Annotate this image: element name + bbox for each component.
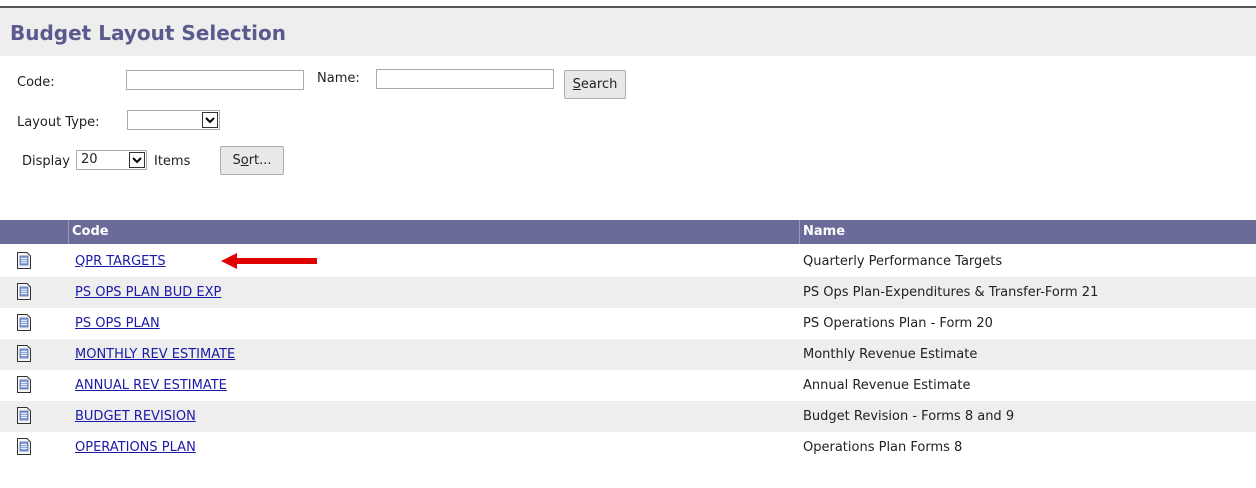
chevron-down-icon[interactable] xyxy=(202,112,218,128)
table-row: QPR TARGETS Quarterly Performance Targets xyxy=(0,246,1256,277)
table-header: Code Name xyxy=(0,220,1256,244)
document-icon[interactable] xyxy=(17,438,31,455)
search-button-label: Search xyxy=(572,77,618,92)
document-icon[interactable] xyxy=(17,345,31,362)
table-row: PS OPS PLAN PS Operations Plan - Form 20 xyxy=(0,308,1256,339)
row-code-link[interactable]: PS OPS PLAN xyxy=(75,316,160,331)
row-name: PS Ops Plan-Expenditures & Transfer-Form… xyxy=(803,285,1099,300)
table-row: OPERATIONS PLAN Operations Plan Forms 8 xyxy=(0,432,1256,463)
chevron-down-icon[interactable] xyxy=(129,152,145,168)
table-row: MONTHLY REV ESTIMATE Monthly Revenue Esti… xyxy=(0,339,1256,370)
items-label: Items xyxy=(154,154,191,169)
table-row: BUDGET REVISION Budget Revision - Forms 8… xyxy=(0,401,1256,432)
row-name: PS Operations Plan - Form 20 xyxy=(803,316,993,331)
row-name: Monthly Revenue Estimate xyxy=(803,347,978,362)
sort-button[interactable]: Sort... xyxy=(220,146,284,175)
row-code-link[interactable]: ANNUAL REV ESTIMATE xyxy=(75,378,227,393)
row-name: Quarterly Performance Targets xyxy=(803,254,1003,269)
row-code-link[interactable]: MONTHLY REV ESTIMATE xyxy=(75,347,235,362)
code-input[interactable] xyxy=(126,70,304,90)
search-button[interactable]: Search xyxy=(564,70,626,99)
header-name[interactable]: Name xyxy=(803,224,845,239)
document-icon[interactable] xyxy=(17,283,31,300)
document-icon[interactable] xyxy=(17,376,31,393)
row-code-link[interactable]: OPERATIONS PLAN xyxy=(75,440,196,455)
document-icon[interactable] xyxy=(17,252,31,269)
row-code-link[interactable]: BUDGET REVISION xyxy=(75,409,196,424)
code-label: Code: xyxy=(17,75,55,90)
display-count-value: 20 xyxy=(81,152,98,167)
header-divider xyxy=(68,220,69,244)
document-icon[interactable] xyxy=(17,407,31,424)
header-divider xyxy=(799,220,800,244)
display-count-select[interactable]: 20 xyxy=(76,150,147,170)
sort-button-label: Sort... xyxy=(232,153,272,168)
name-input[interactable] xyxy=(376,69,554,89)
header-code[interactable]: Code xyxy=(72,224,109,239)
row-name: Annual Revenue Estimate xyxy=(803,378,971,393)
red-arrow-left-icon xyxy=(221,253,317,269)
table-row: ANNUAL REV ESTIMATE Annual Revenue Estima… xyxy=(0,370,1256,401)
layout-type-select[interactable] xyxy=(127,110,220,130)
page-title: Budget Layout Selection xyxy=(10,21,287,45)
table-row: PS OPS PLAN BUD EXP PS Ops Plan-Expenditu… xyxy=(0,277,1256,308)
row-code-link[interactable]: PS OPS PLAN BUD EXP xyxy=(75,285,221,300)
title-bar: Budget Layout Selection xyxy=(0,8,1256,56)
row-code-link[interactable]: QPR TARGETS xyxy=(75,254,166,269)
name-label: Name: xyxy=(317,71,360,86)
row-name: Budget Revision - Forms 8 and 9 xyxy=(803,409,1015,424)
document-icon[interactable] xyxy=(17,314,31,331)
display-label: Display xyxy=(22,154,70,169)
layout-type-label: Layout Type: xyxy=(17,115,100,130)
row-name: Operations Plan Forms 8 xyxy=(803,440,963,455)
